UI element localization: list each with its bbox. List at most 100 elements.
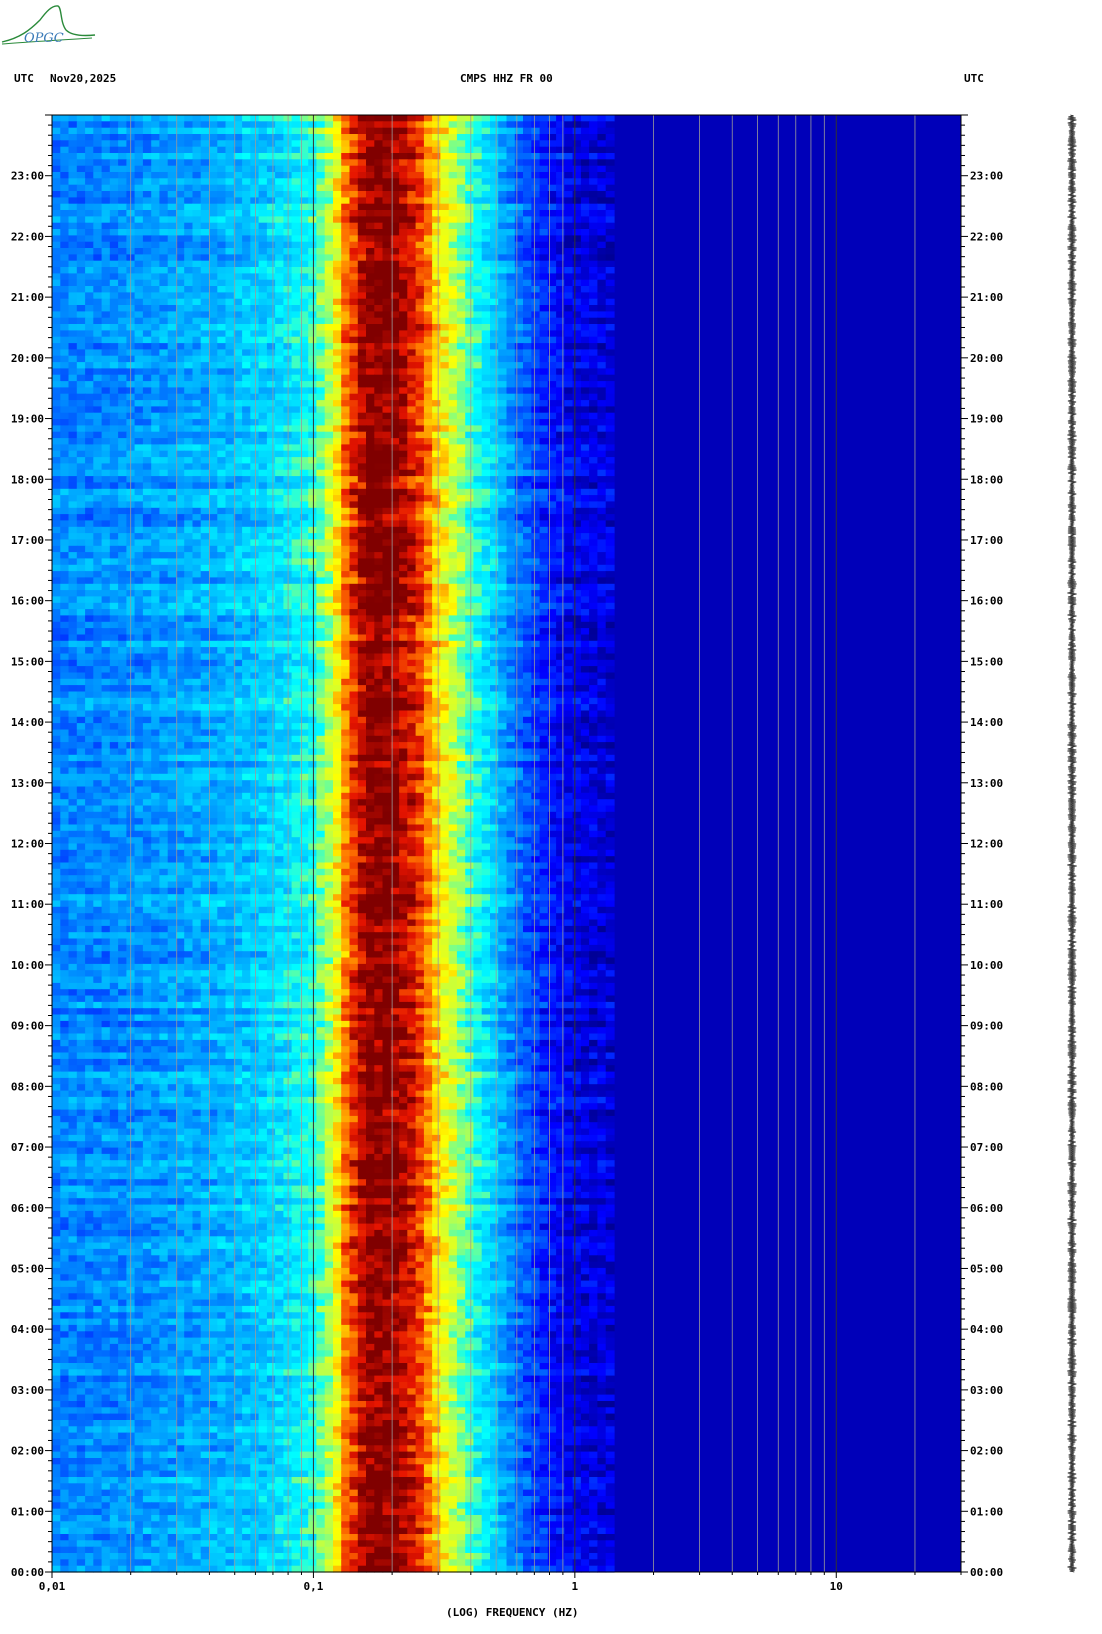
heatmap-cell <box>225 203 235 211</box>
heatmap-cell <box>366 571 375 578</box>
heatmap-cell <box>382 324 392 331</box>
heatmap-cell <box>291 311 301 319</box>
heatmap-cell <box>316 330 326 338</box>
heatmap-cell <box>192 507 202 515</box>
heatmap-cell <box>399 355 408 363</box>
heatmap-cell <box>225 406 235 414</box>
heatmap-cell <box>308 127 318 135</box>
heatmap-cell <box>250 444 260 452</box>
heatmap-cell <box>514 507 524 515</box>
heatmap-cell <box>76 159 86 167</box>
heatmap-cell <box>109 533 119 540</box>
heatmap-cell <box>456 368 466 376</box>
heatmap-cell <box>506 539 516 547</box>
heatmap-cell <box>109 292 119 300</box>
heatmap-cell <box>498 146 508 154</box>
heatmap-cell <box>151 229 161 236</box>
heatmap-cell <box>572 450 582 458</box>
heatmap-cell <box>357 203 367 211</box>
heatmap-cell <box>448 552 458 559</box>
heatmap-cell <box>539 476 549 483</box>
heatmap-cell <box>490 260 499 268</box>
heatmap-cell <box>415 292 425 300</box>
heatmap-cell <box>76 374 86 382</box>
heatmap-cell <box>481 571 491 578</box>
heatmap-cell <box>159 330 169 338</box>
heatmap-cell <box>85 197 94 205</box>
heatmap-cell <box>473 507 483 515</box>
heatmap-cell <box>415 495 425 502</box>
heatmap-cell <box>308 134 318 141</box>
heatmap-cell <box>514 210 524 217</box>
heatmap-cell <box>349 216 359 224</box>
heatmap-cell <box>473 374 483 382</box>
heatmap-cell <box>572 457 582 464</box>
heatmap-cell <box>580 374 590 382</box>
heatmap-cell <box>514 184 524 192</box>
heatmap-cell <box>556 203 565 211</box>
heatmap-cell <box>93 286 103 293</box>
heatmap-cell <box>85 140 94 148</box>
heatmap-cell <box>597 127 607 135</box>
heatmap-cell <box>184 279 194 287</box>
heatmap-cell <box>68 191 78 198</box>
heatmap-cell <box>440 393 450 401</box>
heatmap-cell <box>357 184 367 192</box>
heatmap-cell <box>605 172 615 179</box>
heatmap-cell <box>399 533 408 540</box>
heatmap-cell <box>349 349 359 357</box>
heatmap-cell <box>159 520 169 528</box>
heatmap-cell <box>423 235 433 243</box>
heatmap-cell <box>605 184 615 192</box>
heatmap-cell <box>366 368 375 376</box>
heatmap-cell <box>209 545 218 553</box>
heatmap-cell <box>539 311 549 319</box>
heatmap-cell <box>531 197 541 205</box>
heatmap-cell <box>556 159 565 167</box>
heatmap-cell <box>407 184 417 192</box>
heatmap-cell <box>134 558 144 566</box>
heatmap-cell <box>176 115 185 122</box>
heatmap-cell <box>572 558 582 566</box>
heatmap-cell <box>233 330 243 338</box>
heatmap-cell <box>539 400 549 407</box>
heatmap-cell <box>192 419 202 426</box>
heatmap-cell <box>333 406 342 414</box>
heatmap-cell <box>589 381 598 388</box>
heatmap-cell <box>250 501 260 509</box>
heatmap-cell <box>572 330 582 338</box>
heatmap-cell <box>184 330 194 338</box>
heatmap-cell <box>349 482 359 490</box>
heatmap-cell <box>101 115 111 122</box>
heatmap-cell <box>258 153 268 160</box>
heatmap-cell <box>374 526 384 534</box>
heatmap-cell <box>85 400 94 407</box>
heatmap-cell <box>151 203 161 211</box>
heatmap-cell <box>275 203 284 211</box>
heatmap-cell <box>184 159 194 167</box>
heatmap-cell <box>357 317 367 325</box>
heatmap-cell <box>341 425 351 433</box>
heatmap-cell <box>531 286 541 293</box>
heatmap-cell <box>357 298 367 306</box>
heatmap-cell <box>324 191 334 198</box>
heatmap-cell <box>473 153 483 160</box>
heatmap-cell <box>176 362 185 369</box>
heatmap-cell <box>101 419 111 426</box>
heatmap-cell <box>415 121 425 129</box>
heatmap-cell <box>506 400 516 407</box>
heatmap-cell <box>580 305 590 312</box>
heatmap-cell <box>357 419 367 426</box>
heatmap-cell <box>473 317 483 325</box>
heatmap-cell <box>523 229 532 236</box>
heatmap-cell <box>233 115 243 122</box>
heatmap-cell <box>514 336 524 344</box>
heatmap-cell <box>564 292 574 300</box>
heatmap-cell <box>531 476 541 483</box>
heatmap-cell <box>167 127 177 135</box>
heatmap-cell <box>291 203 301 211</box>
heatmap-cell <box>60 127 70 135</box>
heatmap-cell <box>217 324 227 331</box>
heatmap-cell <box>291 577 301 585</box>
heatmap-cell <box>142 349 152 357</box>
